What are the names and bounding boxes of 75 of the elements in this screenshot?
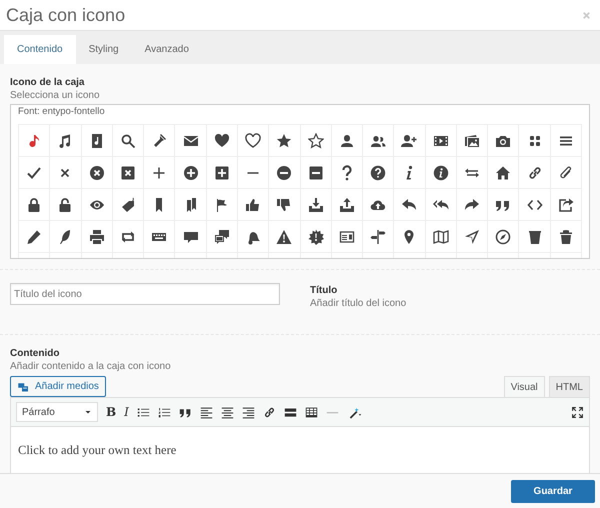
pencil-icon[interactable] bbox=[26, 228, 42, 244]
link-icon[interactable] bbox=[262, 406, 276, 418]
thumbs-up-icon[interactable] bbox=[245, 196, 262, 212]
field-description: Añadir contenido a la caja con icono bbox=[10, 360, 172, 373]
field-label: Título bbox=[310, 284, 338, 297]
heart-icon[interactable] bbox=[214, 132, 230, 148]
reply-icon[interactable] bbox=[401, 196, 418, 212]
user-icon[interactable] bbox=[338, 132, 355, 148]
heart-outline-icon[interactable] bbox=[245, 132, 262, 148]
text-input[interactable]: Título del icono bbox=[10, 283, 280, 305]
circle-question-icon[interactable] bbox=[370, 164, 386, 180]
download-icon[interactable] bbox=[308, 196, 324, 212]
align-left-icon[interactable] bbox=[200, 406, 213, 418]
media-icon bbox=[17, 380, 30, 392]
font-label: Font: entypo-fontello bbox=[17, 105, 106, 119]
square-minus-icon[interactable] bbox=[308, 164, 324, 180]
circle-minus-icon[interactable] bbox=[276, 164, 292, 180]
thumbs-down-icon[interactable] bbox=[276, 196, 292, 212]
user-plus-icon[interactable] bbox=[401, 132, 418, 148]
field-label: Icono de la caja bbox=[10, 76, 86, 89]
navigation-arrow-icon[interactable] bbox=[464, 228, 480, 244]
caret-icon bbox=[84, 408, 92, 416]
warning-icon[interactable] bbox=[276, 228, 292, 244]
window-title: Caja con icono bbox=[6, 4, 126, 26]
tab[interactable]: Avanzado bbox=[132, 35, 202, 64]
check-icon[interactable] bbox=[26, 164, 42, 180]
printer-icon[interactable] bbox=[88, 228, 105, 244]
map-icon[interactable] bbox=[432, 228, 449, 244]
circle-info-icon[interactable] bbox=[432, 164, 449, 180]
format-select[interactable]: Párrafo bbox=[16, 402, 98, 422]
fullscreen-icon[interactable] bbox=[571, 406, 584, 418]
tab[interactable]: Styling bbox=[76, 35, 132, 64]
link-icon[interactable] bbox=[526, 164, 543, 180]
export-icon[interactable] bbox=[558, 196, 574, 212]
table-icon[interactable] bbox=[304, 406, 318, 418]
italic-button[interactable]: I bbox=[124, 405, 129, 419]
unlock-icon[interactable] bbox=[57, 196, 74, 212]
save-button[interactable]: Guardar bbox=[511, 480, 595, 502]
forward-icon[interactable] bbox=[464, 196, 480, 212]
editor-text[interactable]: Click to add your own text here bbox=[18, 443, 176, 458]
tag-icon[interactable] bbox=[120, 196, 136, 212]
align-right-icon[interactable] bbox=[242, 406, 255, 418]
circle-plus-icon[interactable] bbox=[182, 164, 199, 180]
numbered-list-icon[interactable] bbox=[158, 406, 171, 418]
starburst-icon[interactable] bbox=[308, 228, 324, 244]
pictures-icon[interactable] bbox=[464, 132, 480, 148]
search-icon[interactable] bbox=[120, 132, 136, 148]
trash-full-icon[interactable] bbox=[558, 228, 574, 244]
bulleted-list-icon[interactable] bbox=[136, 406, 150, 418]
circle-close-icon[interactable] bbox=[88, 164, 105, 180]
plus-icon[interactable] bbox=[151, 164, 168, 180]
chat-bubbles-icon[interactable] bbox=[214, 228, 230, 244]
editor-tab[interactable]: Visual bbox=[504, 376, 545, 397]
editor-tab[interactable]: HTML bbox=[548, 376, 590, 397]
read-more-icon[interactable] bbox=[284, 406, 297, 418]
align-center-icon[interactable] bbox=[220, 406, 234, 418]
star-outline-icon[interactable] bbox=[308, 132, 324, 148]
field-description: Selecciona un icono bbox=[10, 89, 101, 102]
trash-icon[interactable] bbox=[526, 228, 543, 244]
square-close-icon[interactable] bbox=[120, 164, 136, 180]
square-plus-icon[interactable] bbox=[214, 164, 230, 180]
compass-icon[interactable] bbox=[495, 228, 512, 244]
star-icon[interactable] bbox=[276, 132, 292, 148]
field-description: Añadir título del icono bbox=[310, 297, 406, 310]
upload-icon[interactable] bbox=[338, 196, 355, 212]
add-media-button[interactable]: Añadir medios bbox=[10, 376, 106, 397]
home-icon[interactable] bbox=[495, 164, 512, 180]
paperclip-icon[interactable] bbox=[558, 164, 574, 180]
tab[interactable]: Contenido bbox=[4, 35, 76, 64]
field-label: Contenido bbox=[10, 347, 60, 360]
bold-button[interactable]: B bbox=[106, 405, 116, 419]
retweet-icon[interactable] bbox=[120, 228, 136, 244]
id-card-icon[interactable] bbox=[338, 228, 355, 244]
signpost-icon[interactable] bbox=[370, 228, 386, 244]
lock-icon[interactable] bbox=[26, 196, 42, 212]
